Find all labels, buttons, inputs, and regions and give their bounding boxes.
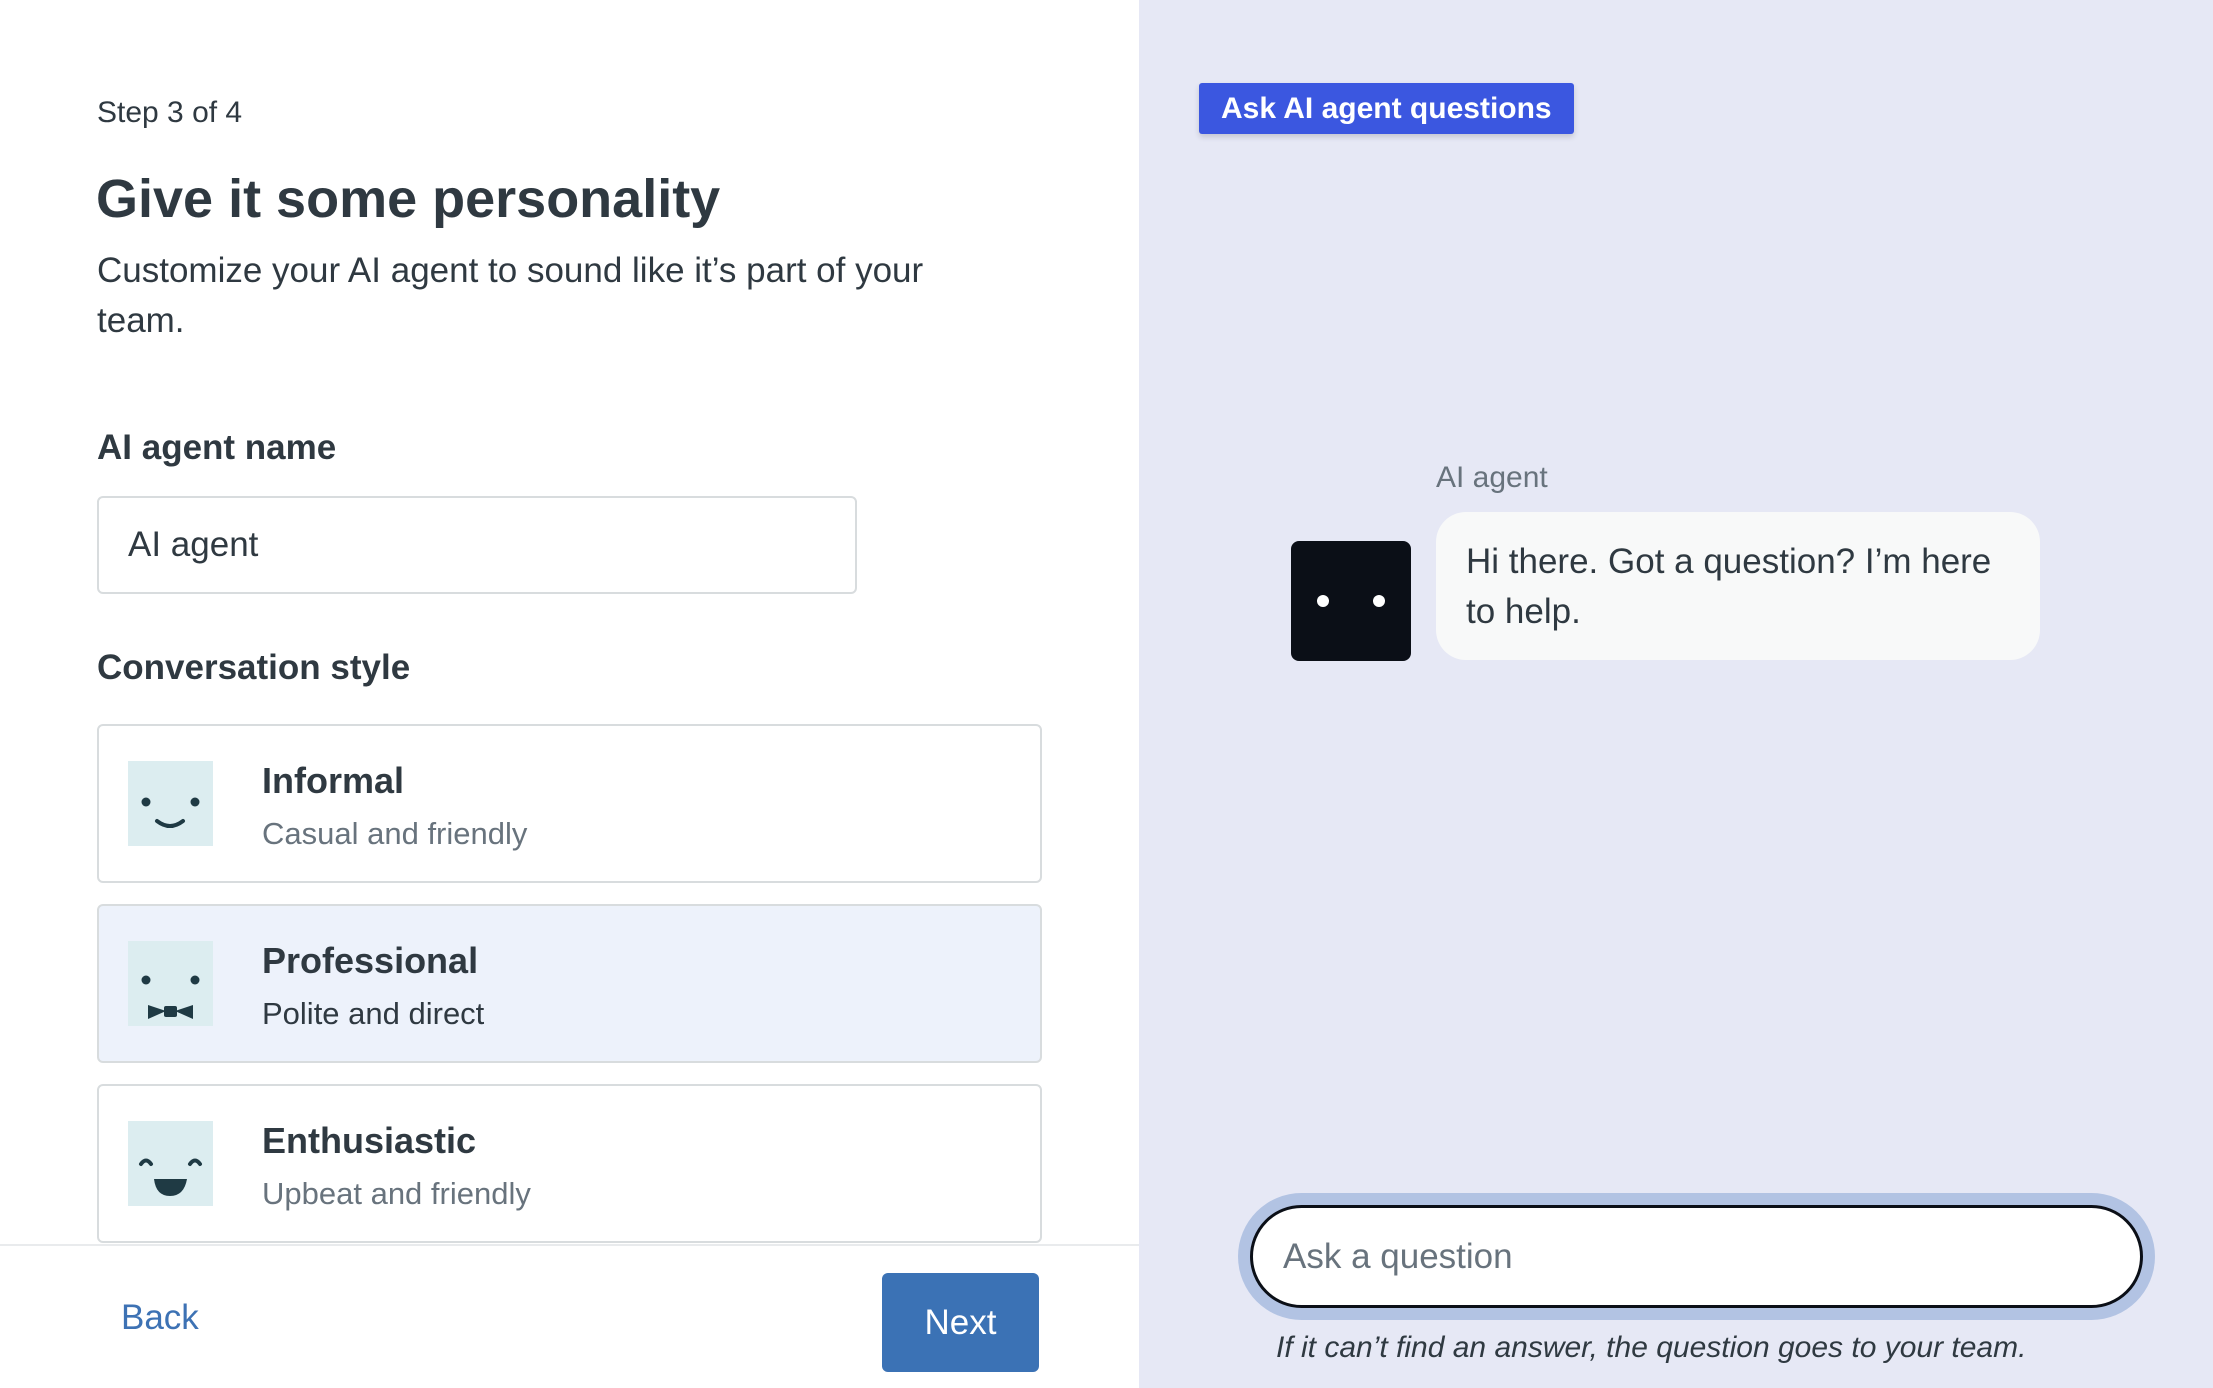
option-description: Upbeat and friendly xyxy=(262,1176,531,1211)
smile-face-icon xyxy=(128,761,213,846)
preview-panel: Ask AI agent questions AI agent Hi there… xyxy=(1139,0,2213,1388)
next-button[interactable]: Next xyxy=(882,1273,1039,1372)
wizard-footer: Back Next xyxy=(0,1244,1139,1388)
option-title: Enthusiastic xyxy=(262,1120,477,1161)
conversation-style-label: Conversation style xyxy=(97,648,411,687)
agent-name-label: AI agent name xyxy=(97,428,337,467)
agent-name-label: AI agent xyxy=(1436,461,1548,494)
grin-face-icon xyxy=(128,1121,213,1206)
style-option-informal[interactable]: Informal Casual and friendly xyxy=(97,724,1042,883)
option-description: Polite and direct xyxy=(262,996,485,1031)
ask-question-input[interactable] xyxy=(1250,1205,2143,1308)
step-indicator: Step 3 of 4 xyxy=(97,96,243,129)
agent-message-bubble: Hi there. Got a question? I’m here to he… xyxy=(1436,512,2040,660)
option-title: Informal xyxy=(262,760,405,801)
agent-name-input[interactable] xyxy=(97,496,857,594)
style-option-professional[interactable]: Professional Polite and direct xyxy=(97,904,1042,1063)
bot-avatar-icon xyxy=(1291,541,1411,661)
fallback-hint: If it can’t find an answer, the question… xyxy=(1276,1331,2027,1364)
page-subtitle: Customize your AI agent to sound like it… xyxy=(97,251,924,340)
bowtie-face-icon xyxy=(128,941,213,1026)
option-description: Casual and friendly xyxy=(262,816,528,851)
option-title: Professional xyxy=(262,940,479,981)
preview-badge: Ask AI agent questions xyxy=(1199,83,1574,134)
setup-panel: Step 3 of 4 Give it some personality Cus… xyxy=(0,0,1139,1388)
style-option-enthusiastic[interactable]: Enthusiastic Upbeat and friendly xyxy=(97,1084,1042,1243)
ask-input-focus-ring xyxy=(1238,1193,2155,1320)
page-title: Give it some personality xyxy=(96,169,721,229)
back-button[interactable]: Back xyxy=(121,1298,199,1338)
